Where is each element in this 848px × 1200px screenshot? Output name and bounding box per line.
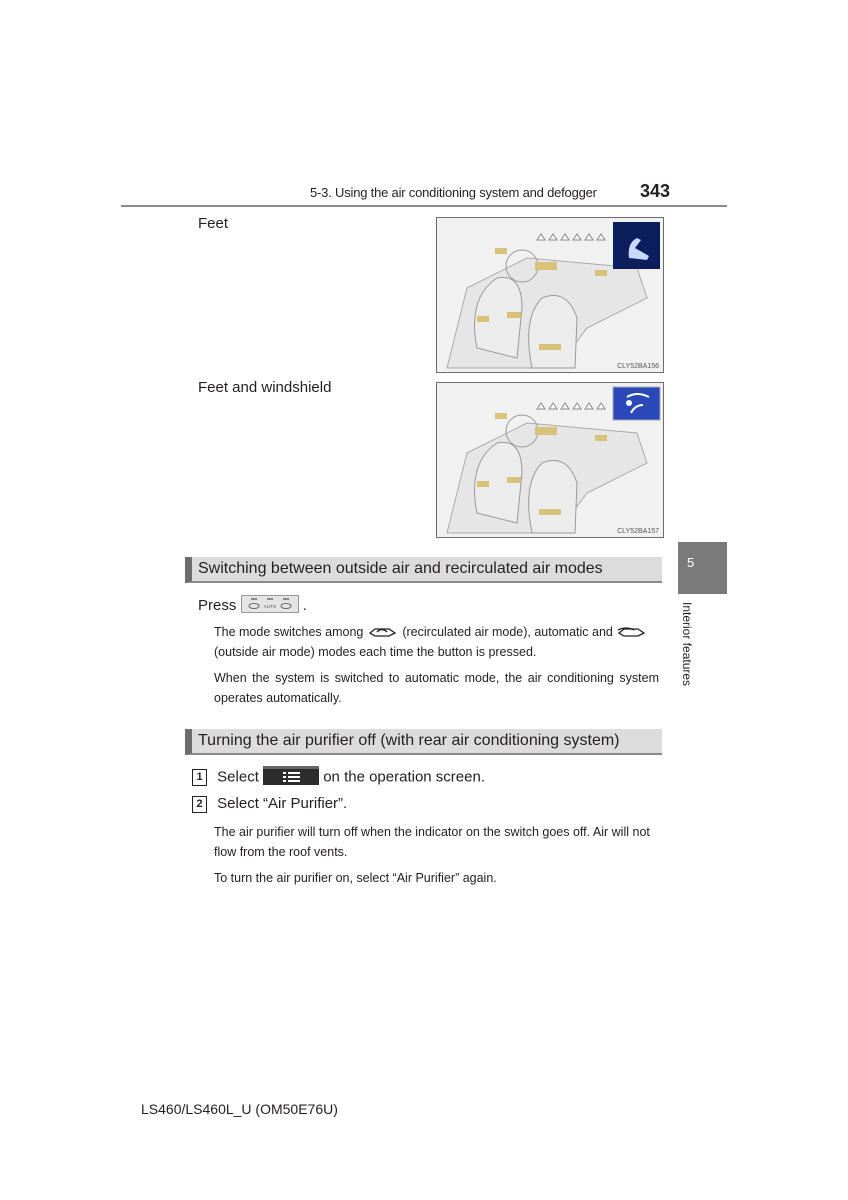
footer-model: LS460/LS460L_U (OM50E76U) xyxy=(141,1101,338,1117)
air-intake-button-image: AUTO xyxy=(240,595,299,617)
chapter-number: 5 xyxy=(687,555,695,570)
step-1: 1 Select on the operation screen. xyxy=(192,766,485,789)
figure-feet: CLY52BA156 xyxy=(436,217,664,373)
press-suffix: . xyxy=(302,596,307,614)
outside-air-icon xyxy=(618,627,646,637)
page-number: 343 xyxy=(640,181,671,201)
chapter-title: Interior features xyxy=(680,602,694,687)
auto-mode-description: When the system is switched to automatic… xyxy=(214,671,659,705)
chapter-tab: 5 xyxy=(678,542,727,594)
section-heading-air-purifier: Turning the air purifier off (with rear … xyxy=(185,729,662,755)
mode-description: The mode switches among (recirculated ai… xyxy=(214,622,659,662)
running-header-title: 5-3. Using the air conditioning system a… xyxy=(310,185,597,200)
car-interior-illustration xyxy=(446,222,660,369)
figure-code: CLY52BA156 xyxy=(617,363,659,370)
press-prefix: Press xyxy=(198,596,237,614)
step-2: 2 Select “Air Purifier”. xyxy=(192,795,347,813)
section-heading-air-modes: Switching between outside air and recirc… xyxy=(185,557,662,583)
purifier-off-description: The air purifier will turn off when the … xyxy=(214,825,650,859)
step-number: 2 xyxy=(192,796,207,813)
step-number: 1 xyxy=(192,769,207,787)
figure-label-feet-windshield: Feet and windshield xyxy=(198,379,332,396)
section-title: Switching between outside air and recirc… xyxy=(198,560,603,577)
press-instruction: Press AUTO . xyxy=(198,595,307,617)
figure-code: CLY52BA157 xyxy=(617,528,659,535)
recirculated-air-icon xyxy=(368,628,397,637)
menu-button-image xyxy=(263,766,320,789)
figure-feet-windshield: CLY52BA157 xyxy=(436,382,664,538)
section-title: Turning the air purifier off (with rear … xyxy=(198,732,620,749)
purifier-on-description: To turn the air purifier on, select “Air… xyxy=(214,871,497,885)
figure-label-feet: Feet xyxy=(198,215,229,232)
svg-text:AUTO: AUTO xyxy=(263,604,276,609)
header-rule xyxy=(121,205,727,207)
car-interior-illustration xyxy=(446,386,661,534)
